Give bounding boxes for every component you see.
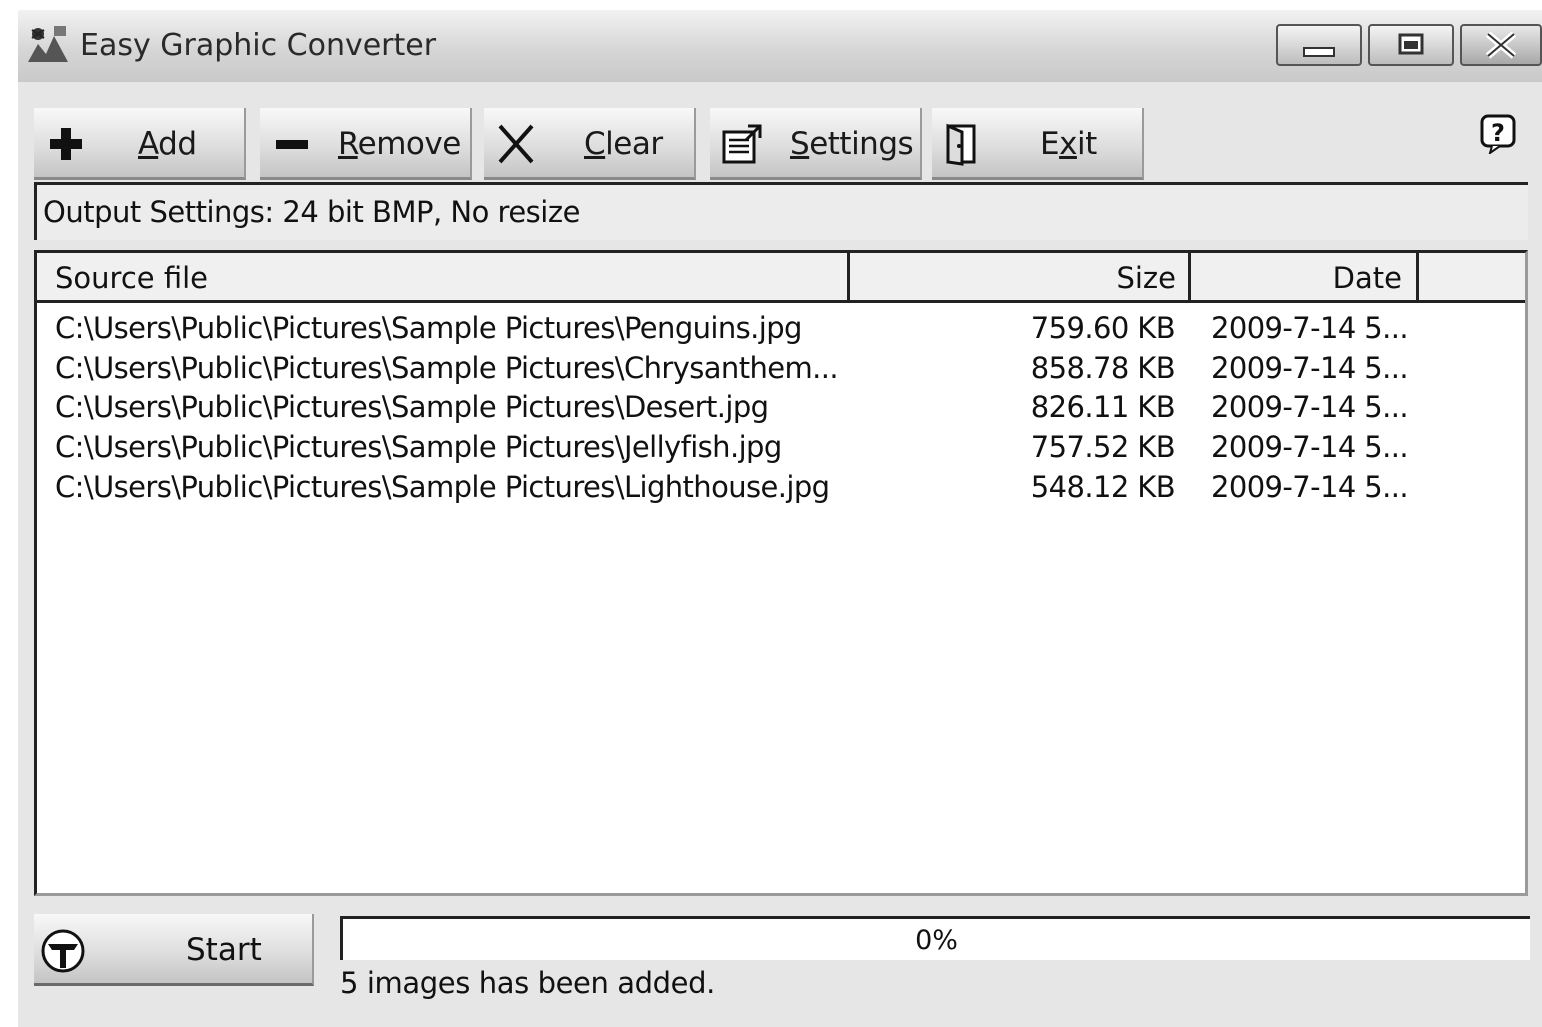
file-list[interactable]: Source file Size Date C:\Users\Public\Pi… [34, 250, 1528, 896]
exit-label: Exit [1040, 126, 1097, 162]
add-label: Add [138, 126, 197, 162]
cell-date: 2009-7-14 5... [1211, 390, 1409, 424]
settings-button[interactable]: Settings [710, 108, 922, 180]
settings-label: Settings [790, 126, 914, 162]
table-row[interactable]: C:\Users\Public\Pictures\Sample Pictures… [37, 309, 1525, 349]
progress-percent: 0% [915, 925, 958, 956]
start-button[interactable]: Start [34, 914, 314, 986]
column-header-date[interactable]: Date [1191, 253, 1419, 300]
plus-icon [50, 128, 82, 160]
cell-source-file: C:\Users\Public\Pictures\Sample Pictures… [55, 470, 830, 504]
maximize-icon [1398, 33, 1424, 55]
help-icon: ? [1480, 114, 1516, 156]
cell-size: 826.11 KB [1030, 390, 1176, 424]
cell-date: 2009-7-14 5... [1211, 470, 1409, 504]
settings-icon [722, 124, 762, 164]
column-header-size[interactable]: Size [850, 253, 1191, 300]
door-icon [946, 123, 976, 166]
cell-date: 2009-7-14 5... [1211, 311, 1409, 345]
minimize-icon [1303, 47, 1335, 57]
cell-source-file: C:\Users\Public\Pictures\Sample Pictures… [55, 390, 769, 424]
cell-source-file: C:\Users\Public\Pictures\Sample Pictures… [55, 430, 782, 464]
help-button[interactable]: ? [1480, 114, 1518, 156]
cell-size: 548.12 KB [1030, 470, 1176, 504]
app-window: Easy Graphic Converter Add Remove Clear … [18, 10, 1542, 1027]
add-button[interactable]: Add [34, 108, 246, 180]
progress-bar: 0% [340, 916, 1530, 960]
minimize-button[interactable] [1276, 24, 1362, 66]
app-logo-icon [28, 26, 68, 62]
exit-button[interactable]: Exit [932, 108, 1144, 180]
cell-date: 2009-7-14 5... [1211, 430, 1409, 464]
close-button[interactable] [1460, 24, 1542, 66]
svg-text:?: ? [1491, 119, 1505, 147]
maximize-button[interactable] [1368, 24, 1454, 66]
cell-source-file: C:\Users\Public\Pictures\Sample Pictures… [55, 311, 802, 345]
cell-size: 757.52 KB [1030, 430, 1176, 464]
table-row[interactable]: C:\Users\Public\Pictures\Sample Pictures… [37, 388, 1525, 428]
table-row[interactable]: C:\Users\Public\Pictures\Sample Pictures… [37, 428, 1525, 468]
remove-label: Remove [338, 126, 461, 162]
remove-button[interactable]: Remove [260, 108, 472, 180]
start-label: Start [186, 932, 262, 968]
cell-date: 2009-7-14 5... [1211, 351, 1409, 385]
table-row[interactable]: C:\Users\Public\Pictures\Sample Pictures… [37, 349, 1525, 389]
minus-icon [276, 140, 308, 149]
x-icon [498, 124, 534, 164]
file-list-header: Source file Size Date [37, 253, 1525, 303]
cell-size: 858.78 KB [1030, 351, 1176, 385]
status-message: 5 images has been added. [340, 966, 715, 1000]
clear-label: Clear [584, 126, 663, 162]
output-settings-bar[interactable]: Output Settings: 24 bit BMP, No resize [34, 182, 1528, 240]
output-settings-text: Output Settings: 24 bit BMP, No resize [43, 195, 580, 229]
table-row[interactable]: C:\Users\Public\Pictures\Sample Pictures… [37, 468, 1525, 508]
window-title: Easy Graphic Converter [80, 28, 437, 63]
cell-size: 759.60 KB [1030, 311, 1176, 345]
start-icon [41, 929, 85, 973]
cell-source-file: C:\Users\Public\Pictures\Sample Pictures… [55, 351, 839, 385]
close-icon [1485, 31, 1517, 59]
title-bar[interactable]: Easy Graphic Converter [18, 10, 1542, 82]
column-header-source[interactable]: Source file [37, 253, 850, 300]
clear-button[interactable]: Clear [484, 108, 696, 180]
